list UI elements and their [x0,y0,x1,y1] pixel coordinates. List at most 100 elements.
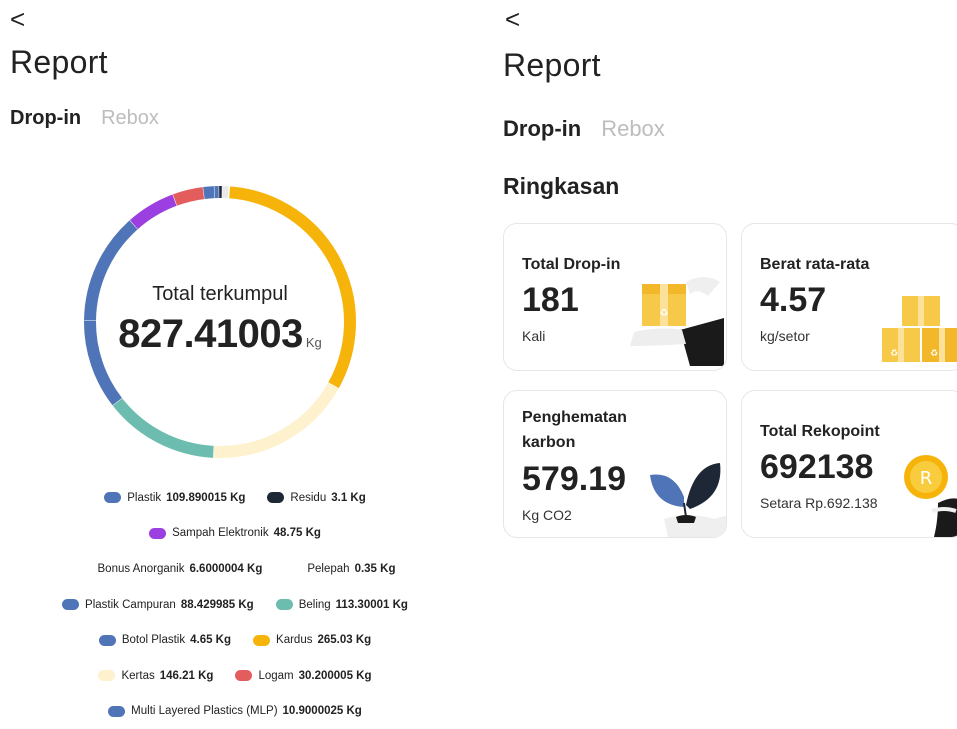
tab-rebox[interactable]: Rebox [601,116,665,142]
report-screen-summary: < Report Drop-in Rebox Ringkasan Total D… [493,0,957,717]
donut-slice [90,320,117,401]
legend-value: 6.6000004 Kg [189,563,262,575]
legend-label: Kardus [276,634,312,646]
donut-slice [175,193,204,200]
legend-value: 113.30001 Kg [336,599,408,611]
svg-text:♻: ♻ [660,308,669,319]
legend-item: Pelepah 0.35 Kg [284,563,395,575]
legend-swatch [267,492,284,503]
legend-swatch [98,670,115,681]
legend-label: Sampah Elektronik [172,527,269,539]
legend-row: Kertas 146.21 Kg Logam 30.200005 Kg [0,658,470,694]
legend-item: Plastik 109.890015 Kg [104,492,245,504]
legend-item: Residu 3.1 Kg [267,492,365,504]
legend-value: 0.35 Kg [355,563,396,575]
legend-item: Botol Plastik 4.65 Kg [99,634,231,646]
card-unit: Kali [522,328,545,344]
legend-swatch [276,599,293,610]
legend-swatch [75,563,92,574]
legend-row: Botol Plastik 4.65 Kg Kardus 265.03 Kg [0,622,470,658]
page-title: Report [10,44,108,81]
legend-value: 88.429985 Kg [181,599,254,611]
page-title: Report [503,47,601,84]
card-total-rekopoint[interactable]: Total Rekopoint 692138 Setara Rp.692.138… [741,390,957,538]
donut-slice [204,192,215,193]
svg-text:♻: ♻ [890,349,898,359]
card-title: Total Drop-in [522,254,620,276]
legend-label: Multi Layered Plastics (MLP) [131,705,277,717]
legend-row: Plastik 109.890015 Kg Residu 3.1 Kg [0,480,470,516]
donut-slice [117,402,213,452]
card-value: 692138 [760,449,873,485]
legend-label: Bonus Anorganik [98,563,185,575]
legend-swatch [149,528,166,539]
legend-label: Pelepah [307,563,349,575]
card-unit: kg/setor [760,328,810,344]
card-unit: Kg CO2 [522,507,572,523]
legend-item: Logam 30.200005 Kg [235,670,371,682]
card-title-line-2: karbon [522,432,575,454]
legend-swatch [235,670,252,681]
legend-swatch [284,563,301,574]
legend-swatch [99,635,116,646]
legend-label: Botol Plastik [122,634,185,646]
report-screen-chart: < Report Drop-in Rebox Total terkumpul 8… [0,0,480,717]
back-icon[interactable]: < [10,6,25,32]
svg-text:♻: ♻ [930,349,938,359]
legend-value: 4.65 Kg [190,634,231,646]
legend-swatch [253,635,270,646]
legend-label: Logam [258,670,293,682]
donut-slice [213,386,333,452]
hand-box-icon: ♻ [620,274,724,366]
card-title: Total Rekopoint [760,421,880,443]
card-unit: Setara Rp.692.138 [760,495,878,511]
section-title: Ringkasan [503,173,619,200]
tab-drop-in[interactable]: Drop-in [503,116,581,142]
legend-item: Bonus Anorganik 6.6000004 Kg [75,563,263,575]
legend-item: Kardus 265.03 Kg [253,634,371,646]
tab-bar: Drop-in Rebox [503,116,665,142]
legend-swatch [104,492,121,503]
legend-value: 10.9000025 Kg [283,705,362,717]
coin-hand-icon: R [898,451,957,537]
plant-hand-icon [644,457,727,537]
legend-row: Sampah Elektronik 48.75 Kg [0,516,470,552]
tab-bar: Drop-in Rebox [10,107,159,130]
chart-legend: Plastik 109.890015 Kg Residu 3.1 Kg Sampah E… [0,480,470,729]
legend-item: Beling113.30001 Kg [276,599,408,611]
tab-rebox[interactable]: Rebox [101,107,159,130]
legend-item: Kertas 146.21 Kg [98,670,213,682]
tab-drop-in[interactable]: Drop-in [10,107,81,130]
donut-chart [80,182,360,462]
boxes-icon: ♻ ♻ [878,292,957,364]
legend-item: Multi Layered Plastics (MLP) 10.9000025 K… [108,705,362,717]
legend-row: Plastik Campuran 88.429985 Kg Beling113.30… [0,587,470,623]
card-value: 4.57 [760,282,826,318]
card-value: 579.19 [522,461,626,497]
legend-label: Plastik Campuran [85,599,176,611]
back-icon[interactable]: < [505,6,520,32]
legend-label: Plastik [127,492,161,504]
svg-text:R: R [920,468,933,489]
legend-item: Sampah Elektronik 48.75 Kg [149,527,321,539]
legend-swatch [62,599,79,610]
legend-value: 30.200005 Kg [299,670,372,682]
legend-value: 48.75 Kg [274,527,321,539]
legend-value: 3.1 Kg [331,492,366,504]
legend-row: Multi Layered Plastics (MLP) 10.9000025 K… [0,694,470,729]
card-title: Berat rata-rata [760,254,869,276]
legend-swatch [108,706,125,717]
card-title-line-1: Penghematan [522,407,627,429]
card-total-drop-in[interactable]: Total Drop-in 181 Kali ♻ [503,223,727,371]
donut-slice [90,225,134,321]
donut-slice [229,192,350,385]
legend-value: 109.890015 Kg [166,492,245,504]
card-penghematan-karbon[interactable]: Penghematan karbon 579.19 Kg CO2 [503,390,727,538]
legend-row: Bonus Anorganik 6.6000004 Kg Pelepah 0.35 K… [0,551,470,587]
legend-label: Kertas [121,670,154,682]
legend-value: 265.03 Kg [317,634,371,646]
legend-value: 146.21 Kg [160,670,214,682]
legend-label: Residu [290,492,326,504]
card-berat-rata-rata[interactable]: Berat rata-rata 4.57 kg/setor ♻ ♻ [741,223,957,371]
card-value: 181 [522,282,579,318]
